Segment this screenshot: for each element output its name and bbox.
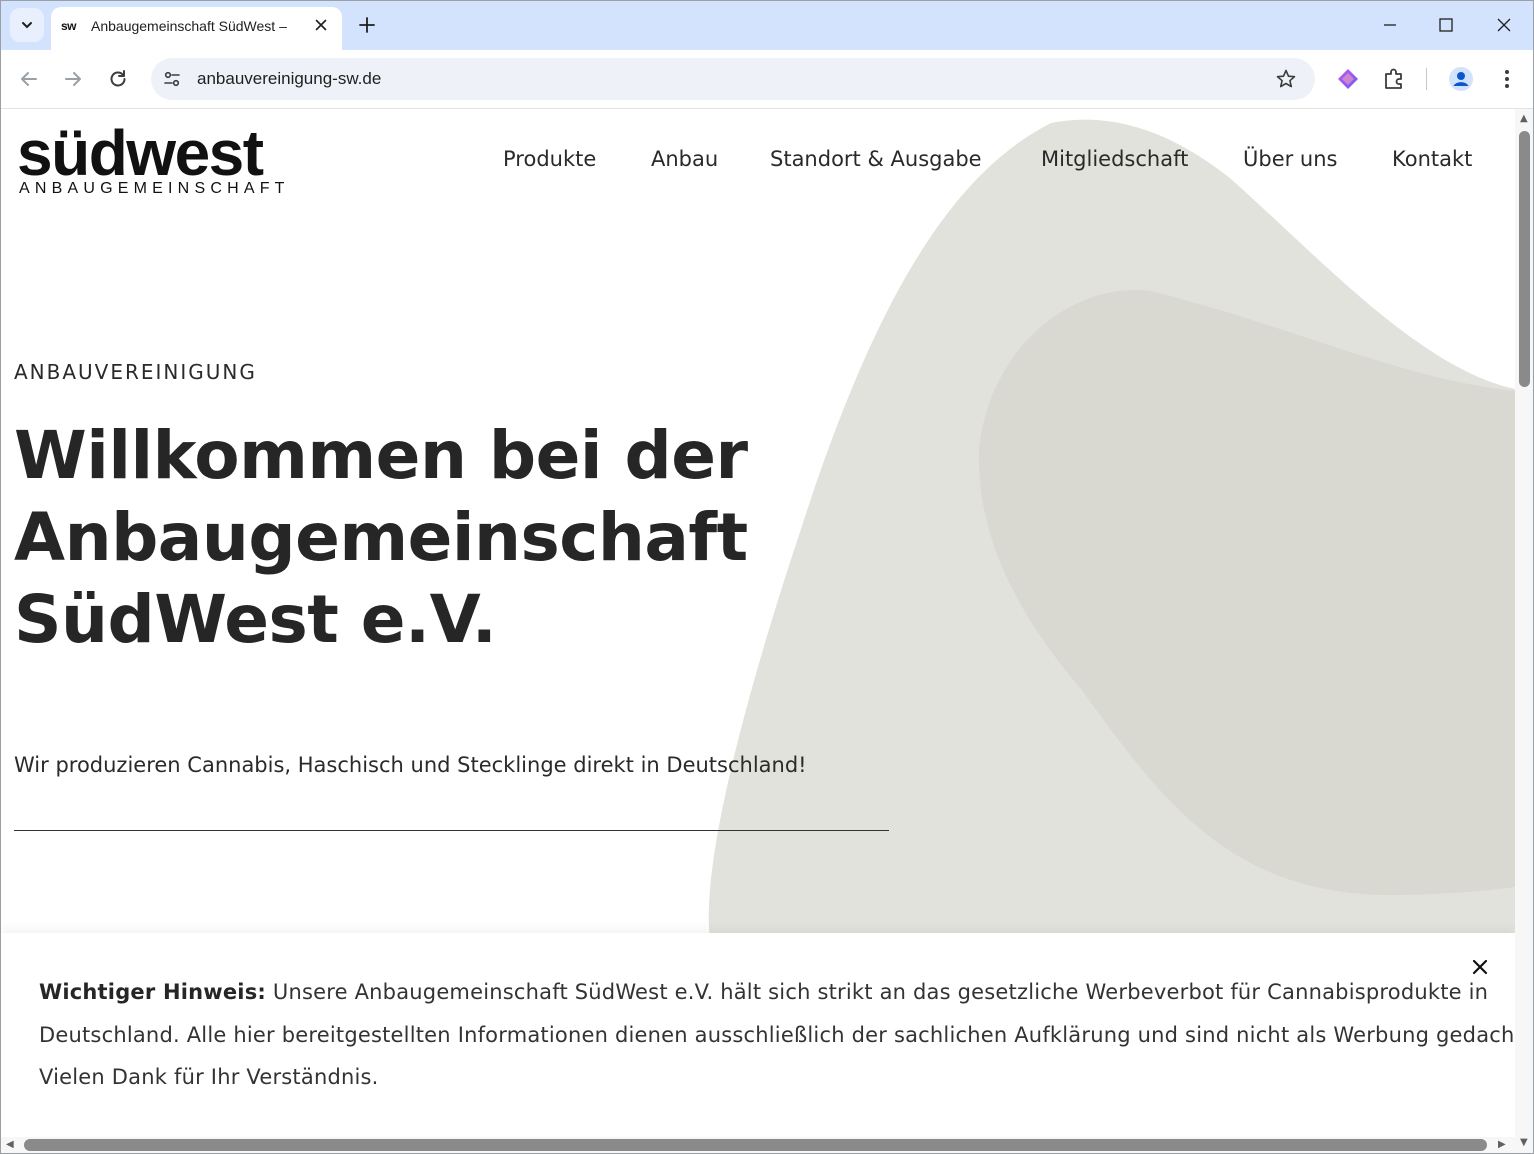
plus-icon[interactable]: [356, 14, 378, 36]
tab-favicon: sw: [61, 19, 77, 33]
toolbar-divider: [1426, 68, 1427, 90]
nav-item-standort[interactable]: Standort & Ausgabe: [770, 147, 982, 171]
nav-item-ueber-uns[interactable]: Über uns: [1243, 147, 1338, 171]
site-info-icon[interactable]: [161, 68, 183, 90]
nav-item-kontakt[interactable]: Kontakt: [1392, 147, 1472, 171]
maximize-icon[interactable]: [1436, 15, 1456, 35]
hero-eyebrow: ANBAUVEREINIGUNG: [14, 360, 257, 384]
chevron-down-icon: [22, 22, 32, 29]
close-icon[interactable]: [313, 17, 329, 33]
legal-notice-bar: Wichtiger Hinweis: Unsere Anbaugemeinsch…: [1, 933, 1515, 1138]
browser-toolbar: anbauvereinigung-sw.de: [0, 50, 1534, 109]
back-icon[interactable]: [17, 67, 41, 91]
profile-icon[interactable]: [1448, 66, 1474, 92]
gemini-icon[interactable]: [1335, 66, 1361, 92]
window-close-icon[interactable]: [1494, 15, 1514, 35]
scroll-up-icon[interactable]: ▲: [1520, 113, 1528, 124]
url-text[interactable]: anbauvereinigung-sw.de: [197, 69, 381, 89]
scroll-right-icon[interactable]: ▶: [1498, 1139, 1506, 1150]
extensions-icon[interactable]: [1381, 66, 1407, 92]
page-viewport: südwest ANBAUGEMEINSCHAFT Produkte Anbau…: [1, 109, 1515, 1138]
main-navigation: Produkte Anbau Standort & Ausgabe Mitgli…: [1, 147, 1515, 177]
star-icon[interactable]: [1275, 68, 1297, 90]
hero-headline: Willkommen bei der Anbaugemeinschaft Süd…: [14, 415, 914, 661]
tab-title: Anbaugemeinschaft SüdWest –: [91, 18, 287, 34]
horizontal-scrollbar[interactable]: ◀ ▶: [0, 1137, 1515, 1154]
logo-subtitle: ANBAUGEMEINSCHAFT: [19, 180, 290, 197]
scroll-left-icon[interactable]: ◀: [6, 1139, 14, 1150]
nav-item-anbau[interactable]: Anbau: [651, 147, 718, 171]
divider-line: [14, 830, 889, 831]
browser-titlebar: sw Anbaugemeinschaft SüdWest –: [0, 0, 1534, 50]
vertical-scrollbar[interactable]: ▲ ▼: [1515, 109, 1534, 1154]
nav-item-produkte[interactable]: Produkte: [503, 147, 596, 171]
vertical-scroll-thumb[interactable]: [1519, 131, 1530, 387]
hero-subtext: Wir produzieren Cannabis, Haschisch und …: [14, 753, 807, 777]
forward-icon[interactable]: [61, 67, 85, 91]
notice-label: Wichtiger Hinweis:: [39, 980, 267, 1004]
nav-item-mitgliedschaft[interactable]: Mitgliedschaft: [1041, 147, 1188, 171]
notice-text: Wichtiger Hinweis: Unsere Anbaugemeinsch…: [39, 971, 1515, 1099]
browser-tab[interactable]: sw Anbaugemeinschaft SüdWest –: [51, 7, 342, 50]
horizontal-scroll-thumb[interactable]: [24, 1139, 1487, 1151]
headline-line-2: Anbaugemeinschaft: [14, 499, 748, 576]
address-bar[interactable]: anbauvereinigung-sw.de: [151, 58, 1315, 100]
menu-icon[interactable]: [1494, 66, 1520, 92]
minimize-icon[interactable]: [1380, 15, 1400, 35]
tab-search-button[interactable]: [10, 8, 44, 42]
close-icon[interactable]: [1471, 958, 1489, 976]
headline-line-1: Willkommen bei der: [14, 417, 748, 494]
scroll-down-icon[interactable]: ▼: [1520, 1137, 1528, 1148]
reload-icon[interactable]: [106, 67, 130, 91]
headline-line-3: SüdWest e.V.: [14, 581, 497, 658]
